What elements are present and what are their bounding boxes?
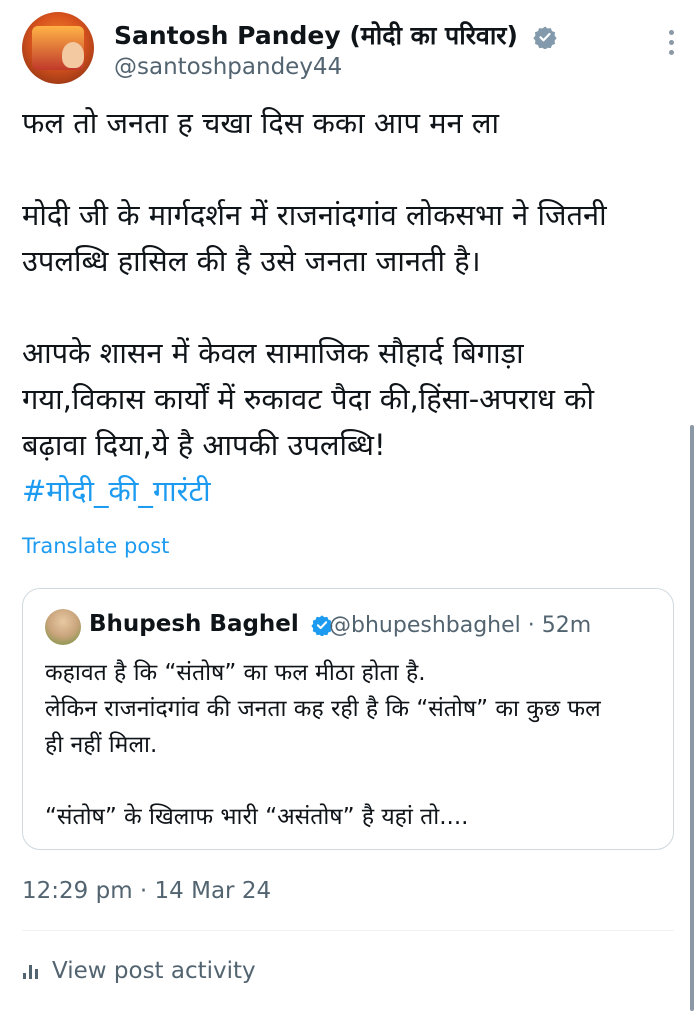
post-line: उपलब्धि हासिल की है उसे जनता जानती है। (22, 244, 481, 278)
quoted-author-meta: @bhupeshbaghel · 52m (329, 613, 592, 638)
author-name-text: Santosh Pandey (मोदी का परिवार) (114, 21, 518, 50)
quoted-line: ही नहीं मिला. (45, 732, 158, 758)
quoted-author-avatar (45, 609, 81, 645)
post-line: बढ़ावा दिया,ये है आपकी उपलब्धि! (22, 428, 386, 462)
avatar-face (62, 42, 84, 68)
quoted-post-body: कहावत है कि “संतोष” का फल मीठा होता है. … (45, 655, 665, 835)
view-post-activity-button[interactable]: View post activity (22, 958, 256, 984)
author-handle[interactable]: @santoshpandey44 (114, 54, 342, 80)
divider (22, 930, 674, 931)
scrollbar[interactable] (690, 425, 694, 1011)
post-header: Santosh Pandey (मोदी का परिवार) @santosh… (22, 12, 682, 88)
translate-post-link[interactable]: Translate post (22, 534, 169, 558)
quoted-author-name: Bhupesh Baghel (89, 611, 333, 637)
view-post-activity-label: View post activity (52, 958, 256, 984)
post-body: फल तो जनता ह चखा दिस कका आप मन ला मोदी ज… (22, 100, 672, 514)
verified-badge-icon (533, 26, 557, 49)
quoted-author-name-text: Bhupesh Baghel (89, 611, 299, 637)
post-line: मोदी जी के मार्गदर्शन में राजनांदगांव लो… (22, 198, 607, 232)
quoted-line: लेकिन राजनांदगांव की जनता कह रही है कि “… (45, 696, 601, 722)
author-avatar[interactable] (22, 12, 94, 84)
post-line: गया,विकास कार्यों में रुकावट पैदा की,हिं… (22, 382, 595, 416)
analytics-bar-icon (22, 961, 42, 981)
quoted-post-card[interactable]: Bhupesh Baghel @bhupeshbaghel · 52m कहाव… (22, 588, 674, 850)
post-line: फल तो जनता ह चखा दिस कका आप मन ला (22, 106, 500, 140)
quoted-line: “संतोष” के खिलाफ भारी “असंतोष” है यहां त… (45, 804, 469, 830)
hashtag-link[interactable]: #मोदी_की_गारंटी (22, 468, 672, 514)
post-line: आपके शासन में केवल सामाजिक सौहार्द बिगाड… (22, 336, 524, 370)
more-options-icon[interactable] (664, 30, 678, 60)
post-timestamp[interactable]: 12:29 pm · 14 Mar 24 (22, 878, 271, 904)
author-display-name[interactable]: Santosh Pandey (मोदी का परिवार) (114, 18, 557, 52)
quoted-line: कहावत है कि “संतोष” का फल मीठा होता है. (45, 660, 426, 686)
